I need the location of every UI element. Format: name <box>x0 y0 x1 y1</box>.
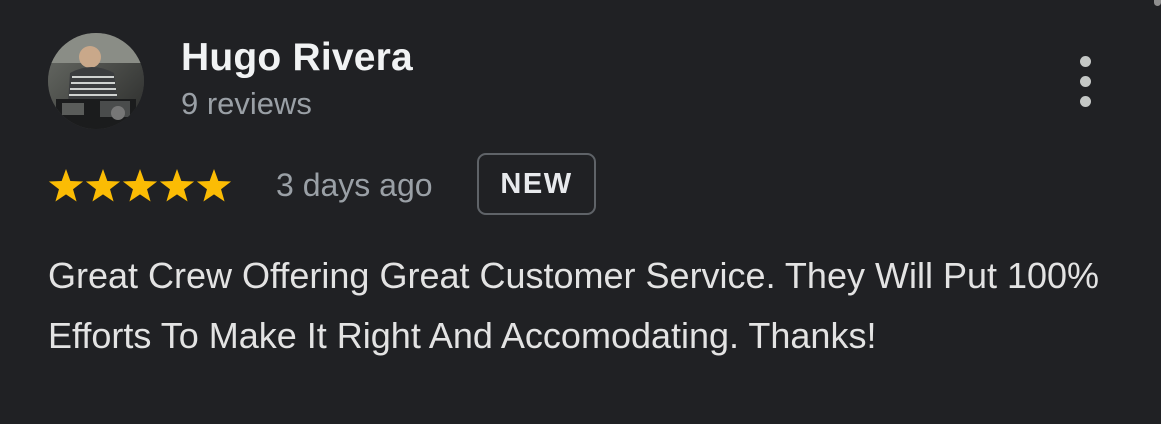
more-vert-icon <box>1080 56 1091 67</box>
more-options-button[interactable] <box>1064 50 1108 112</box>
reviewer-avatar[interactable] <box>48 33 144 129</box>
reviewer-review-count: 9 reviews <box>181 86 312 121</box>
scroll-indicator <box>1154 0 1161 6</box>
review-date: 3 days ago <box>276 167 433 203</box>
review-text: Great Crew Offering Great Customer Servi… <box>48 255 1100 356</box>
star-icon <box>122 168 158 204</box>
star-rating <box>48 168 232 204</box>
reviewer-name[interactable]: Hugo Rivera <box>181 36 413 80</box>
review-card: Hugo Rivera 9 reviews 3 days ago NEW Gre… <box>0 0 1161 424</box>
new-badge: NEW <box>477 153 596 215</box>
star-icon <box>48 168 84 204</box>
more-vert-icon-dot <box>1080 76 1091 87</box>
star-icon <box>196 168 232 204</box>
star-icon <box>159 168 195 204</box>
rating-row: 3 days ago NEW <box>48 153 748 219</box>
more-vert-icon-dot <box>1080 96 1091 107</box>
star-icon <box>85 168 121 204</box>
